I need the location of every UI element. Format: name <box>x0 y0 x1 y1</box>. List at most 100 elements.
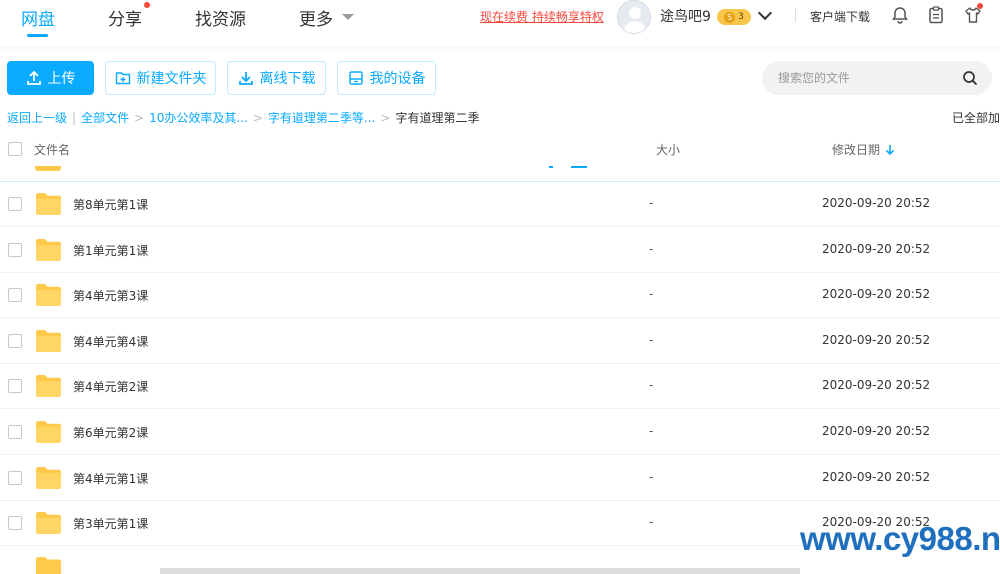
folder-icon <box>36 238 61 261</box>
breadcrumb-chevron: > <box>252 110 263 125</box>
folder-icon <box>36 557 61 574</box>
folder-icon <box>36 329 61 352</box>
avatar[interactable] <box>617 0 651 34</box>
file-modified-date: 2020-09-20 20:52 <box>822 378 931 393</box>
folder-icon <box>36 512 61 535</box>
breadcrumb: 返回上一级 | 全部文件 > 10办公效率及其... > 字有道理第二季等...… <box>7 109 479 126</box>
upload-button[interactable]: 上传 <box>7 61 94 95</box>
table-row[interactable]: 第6单元第2课 - 2020-09-20 20:52 <box>0 410 1000 455</box>
client-download-link[interactable]: 客户端下载 <box>810 8 870 25</box>
file-modified-date: 2020-09-20 20:52 <box>822 332 931 347</box>
sort-desc-icon[interactable] <box>885 144 895 156</box>
coin-icon: S <box>724 11 736 23</box>
file-name[interactable]: 第8单元第1课 <box>73 196 148 213</box>
new-folder-label: 新建文件夹 <box>136 71 207 87</box>
search-input[interactable] <box>776 67 956 89</box>
row-checkbox[interactable] <box>8 425 22 439</box>
tab-more[interactable]: 更多 <box>299 5 333 30</box>
column-modified-header[interactable]: 修改日期 <box>832 141 880 158</box>
table-header: 文件名 大小 修改日期 <box>0 134 1000 166</box>
breadcrumb-chevron: > <box>134 110 145 125</box>
table-row[interactable]: 第8单元第1课 - 2020-09-20 20:52 <box>0 182 1000 227</box>
table-row[interactable]: 第4单元第4课 - 2020-09-20 20:52 <box>0 319 1000 364</box>
share-notification-dot <box>144 2 150 8</box>
file-name[interactable]: 第4单元第3课 <box>73 287 148 304</box>
folder-icon <box>36 466 61 489</box>
breadcrumb-chevron: > <box>380 110 391 125</box>
top-nav: 网盘 分享 找资源 更多 现在续费 持续畅享特权 途鸟吧9 S 3 客户端下载 <box>0 0 1000 46</box>
search-box <box>762 61 992 95</box>
file-modified-date: 2020-09-20 20:52 <box>822 287 931 302</box>
file-size: - <box>649 424 654 438</box>
offline-download-label: 离线下载 <box>259 71 316 87</box>
offline-download-button[interactable]: 离线下载 <box>227 61 326 95</box>
table-row[interactable]: 第4单元第1课 - 2020-09-20 20:52 <box>0 456 1000 501</box>
table-row[interactable]: 第1单元第1课 - 2020-09-20 20:52 <box>0 228 1000 273</box>
file-size: - <box>649 287 654 302</box>
file-modified-date: 2020-09-20 20:52 <box>822 196 931 210</box>
tab-find-resources[interactable]: 找资源 <box>195 5 246 30</box>
breadcrumb-item-office[interactable]: 10办公效率及其... <box>149 109 248 126</box>
file-size: - <box>649 469 654 484</box>
file-modified-date: 2020-09-20 20:52 <box>822 424 931 438</box>
row-checkbox[interactable] <box>8 379 22 394</box>
folder-icon <box>36 193 61 215</box>
row-checkbox[interactable] <box>8 242 22 257</box>
breadcrumb-item-all-files[interactable]: 全部文件 <box>81 109 129 126</box>
column-size-header[interactable]: 大小 <box>656 141 680 158</box>
divider <box>795 8 796 22</box>
user-menu-chevron-icon[interactable] <box>757 5 773 21</box>
upload-icon <box>26 70 41 85</box>
file-name[interactable]: 第4单元第4课 <box>73 333 148 350</box>
breadcrumb-item-season2-etc[interactable]: 字有道理第二季等... <box>268 109 375 126</box>
file-name[interactable]: 第4单元第1课 <box>73 470 148 487</box>
select-all-checkbox[interactable] <box>8 142 22 156</box>
folder-icon <box>36 421 61 443</box>
new-folder-icon <box>115 72 130 85</box>
tab-share[interactable]: 分享 <box>108 5 142 30</box>
tab-netdisk[interactable]: 网盘 <box>21 5 55 30</box>
breadcrumb-current: 字有道理第二季 <box>395 111 480 125</box>
file-modified-date: 2020-09-20 20:52 <box>822 469 931 484</box>
file-name[interactable]: 第3单元第1课 <box>73 515 148 532</box>
file-modified-date: 2020-09-20 20:52 <box>822 241 931 256</box>
skin-notification-dot <box>977 3 983 9</box>
upload-label: 上传 <box>47 71 76 87</box>
search-icon[interactable] <box>962 70 978 86</box>
coin-count: 3 <box>738 12 744 22</box>
file-size: - <box>649 515 654 530</box>
coin-badge[interactable]: S 3 <box>717 9 751 25</box>
device-icon <box>348 71 363 85</box>
my-devices-button[interactable]: 我的设备 <box>337 61 436 95</box>
username[interactable]: 途鸟吧9 <box>660 6 711 26</box>
file-name[interactable]: 第1单元第1课 <box>73 242 148 259</box>
row-checkbox[interactable] <box>8 197 22 211</box>
table-row[interactable]: 第4单元第2课 - 2020-09-20 20:52 <box>0 364 1000 410</box>
renew-promo-link[interactable]: 现在续费 持续畅享特权 <box>480 8 604 25</box>
row-checkbox[interactable] <box>8 470 22 485</box>
file-size: - <box>649 196 654 210</box>
more-caret-icon[interactable] <box>342 14 354 20</box>
horizontal-scrollbar[interactable] <box>160 568 800 574</box>
breadcrumb-separator: | <box>72 110 77 125</box>
file-name[interactable]: 第6单元第2课 <box>73 424 148 441</box>
back-link[interactable]: 返回上一级 <box>7 109 67 126</box>
column-name-header[interactable]: 文件名 <box>34 141 70 158</box>
new-folder-button[interactable]: 新建文件夹 <box>105 61 216 95</box>
file-size: - <box>649 332 654 347</box>
row-checkbox[interactable] <box>8 288 22 303</box>
row-checkbox[interactable] <box>8 333 22 348</box>
table-row[interactable]: 第4单元第3课 - 2020-09-20 20:52 <box>0 273 1000 319</box>
clipboard-icon[interactable] <box>926 5 946 25</box>
my-devices-label: 我的设备 <box>369 71 426 87</box>
download-icon <box>238 72 253 85</box>
folder-icon <box>36 284 61 307</box>
file-size: - <box>649 241 654 256</box>
bell-icon[interactable] <box>890 5 910 25</box>
folder-icon <box>36 375 61 398</box>
watermark: www.cy988.net <box>800 520 1000 557</box>
row-checkbox[interactable] <box>8 516 22 531</box>
scroll-indicator <box>549 166 553 168</box>
file-name[interactable]: 第4单元第2课 <box>73 378 148 395</box>
file-size: - <box>649 378 654 393</box>
